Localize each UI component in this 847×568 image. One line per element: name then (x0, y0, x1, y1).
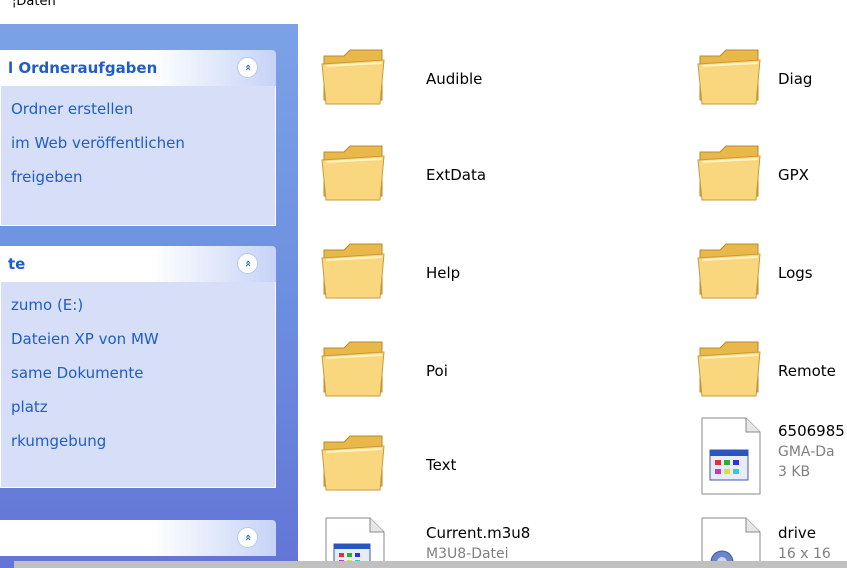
folder-icon (697, 145, 761, 201)
panel-details: « (0, 520, 276, 556)
panel-other-places: te « zumo (E:) Dateien XP von MW same Do… (0, 246, 276, 488)
collapse-chevron-icon[interactable]: « (237, 57, 258, 78)
folder-icon (321, 145, 385, 201)
task-pane: l Ordneraufgaben « Ordner erstellen im W… (0, 24, 298, 568)
item-type: M3U8-Datei (426, 546, 509, 562)
folder-icon (697, 243, 761, 299)
item-name: GPX (778, 166, 809, 184)
folder-icon (697, 341, 761, 397)
folder-item-gpx[interactable]: GPX (696, 142, 847, 222)
place-my-computer[interactable]: platz (1, 390, 275, 424)
place-zumo-drive[interactable]: zumo (E:) (1, 288, 275, 322)
folder-item-extdata[interactable]: ExtData (320, 142, 620, 222)
folder-icon (321, 49, 385, 105)
item-size: 3 KB (778, 464, 811, 480)
item-name: drive (778, 524, 816, 542)
item-name: Help (426, 264, 461, 282)
folder-item-remote[interactable]: Remote (696, 338, 847, 418)
task-publish-web[interactable]: im Web veröffentlichen (1, 126, 275, 160)
collapse-chevron-icon[interactable]: « (237, 527, 258, 548)
panel-header-folder-tasks[interactable]: l Ordneraufgaben « (0, 50, 276, 86)
explorer-window: ¦Daten l Ordneraufgaben « Ordner erstell… (0, 0, 847, 568)
panel-title: l Ordneraufgaben (8, 59, 158, 77)
item-type: GMA-Da (778, 444, 835, 460)
folder-item-help[interactable]: Help (320, 240, 620, 320)
item-name: Text (426, 456, 457, 474)
horizontal-scrollbar[interactable] (14, 561, 847, 568)
gma-file-icon (701, 417, 761, 495)
folder-icon (321, 341, 385, 397)
item-name: ExtData (426, 166, 487, 184)
folder-item-logs[interactable]: Logs (696, 240, 847, 320)
panel-title: te (8, 255, 26, 273)
folder-item-audible[interactable]: Audible (320, 46, 620, 126)
file-item-6506985[interactable]: 6506985 GMA-Da 3 KB (696, 416, 847, 496)
collapse-chevron-icon[interactable]: « (237, 253, 258, 274)
task-create-folder[interactable]: Ordner erstellen (1, 92, 275, 126)
item-name: Audible (426, 70, 483, 88)
item-name: Remote (778, 362, 836, 380)
folder-icon (321, 435, 385, 491)
panel-body-other-places: zumo (E:) Dateien XP von MW same Dokumen… (0, 282, 276, 488)
item-name: 6506985 (778, 422, 845, 440)
place-network[interactable]: rkumgebung (1, 424, 275, 458)
task-share-folder[interactable]: freigeben (1, 160, 275, 194)
folder-item-diag[interactable]: Diag (696, 46, 847, 126)
item-name: Diag (778, 70, 813, 88)
folder-item-poi[interactable]: Poi (320, 338, 620, 418)
address-text: ¦Daten (12, 0, 56, 9)
panel-header-other-places[interactable]: te « (0, 246, 276, 282)
place-files-xp[interactable]: Dateien XP von MW (1, 322, 275, 356)
item-name: Current.m3u8 (426, 524, 531, 542)
panel-folder-tasks: l Ordneraufgaben « Ordner erstellen im W… (0, 50, 276, 226)
folder-item-text[interactable]: Text (320, 432, 620, 512)
place-shared-documents[interactable]: same Dokumente (1, 356, 275, 390)
item-name: Logs (778, 264, 813, 282)
address-bar[interactable]: ¦Daten (0, 0, 847, 25)
item-dimensions: 16 x 16 (778, 546, 831, 562)
item-name: Poi (426, 362, 448, 380)
folder-icon (697, 49, 761, 105)
panel-header-details[interactable]: « (0, 520, 276, 556)
folder-icon (321, 243, 385, 299)
panel-body-folder-tasks: Ordner erstellen im Web veröffentlichen … (0, 86, 276, 226)
file-list: Audible ExtData Help Poi Text Current.m3… (298, 24, 847, 568)
